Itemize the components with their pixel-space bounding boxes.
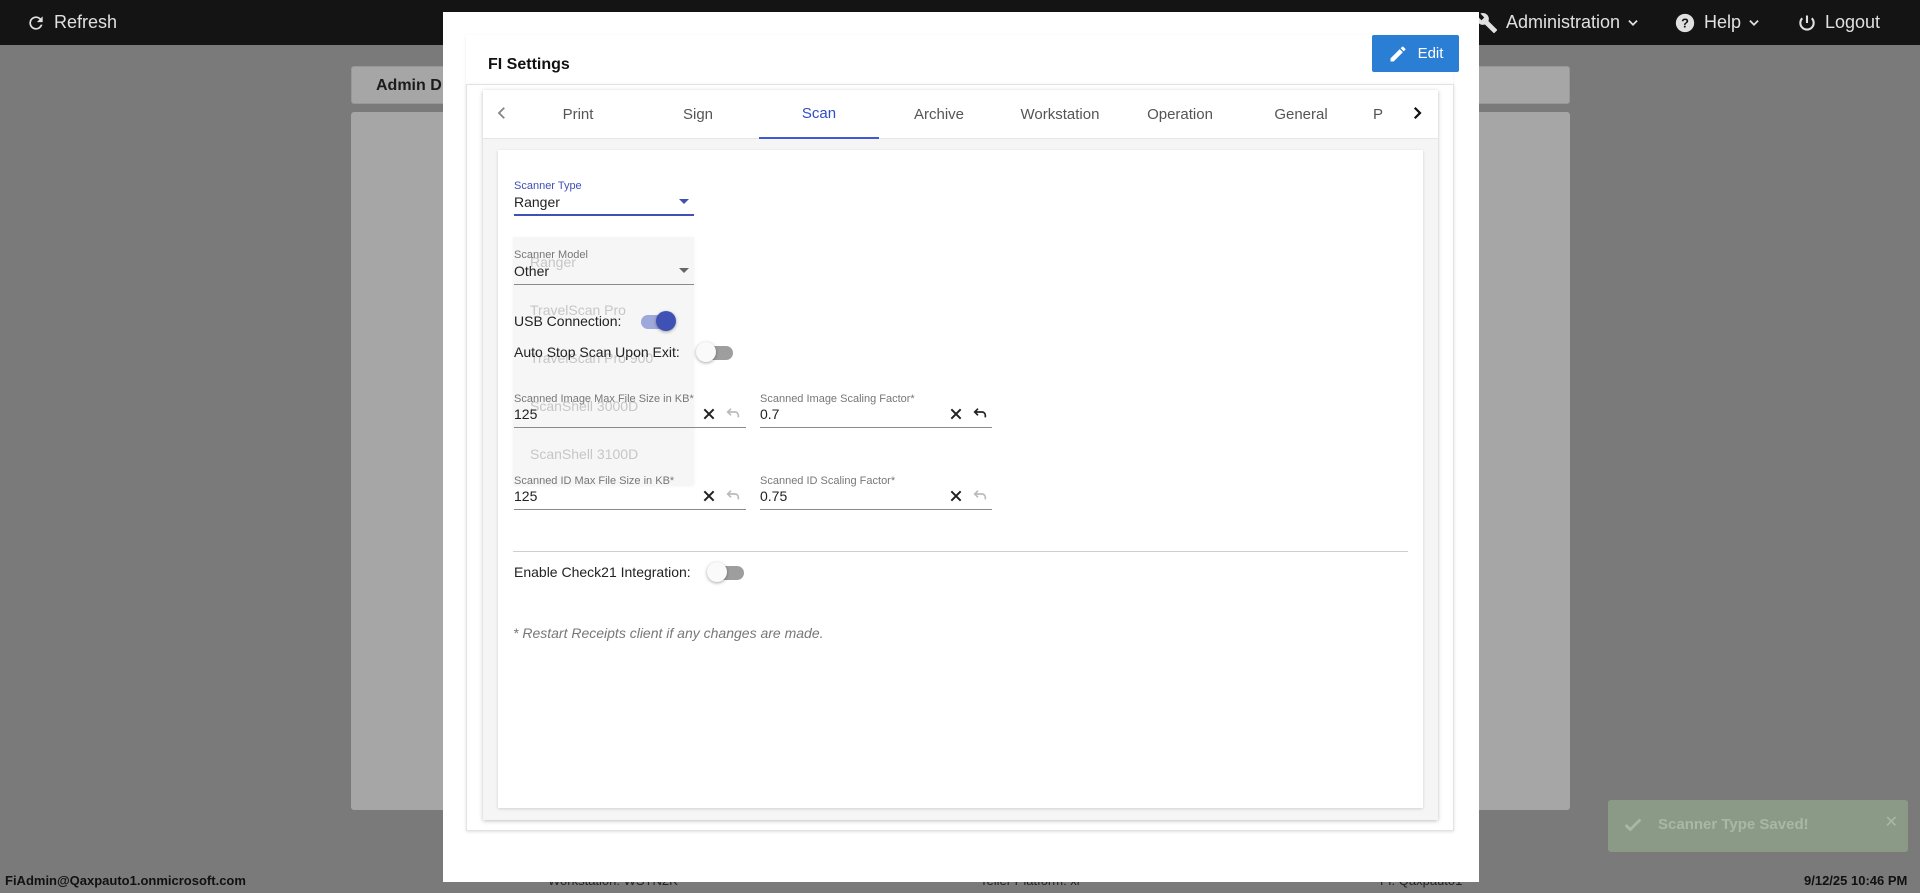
tab-label: Archive (913, 106, 965, 123)
tab-scan[interactable]: Scan (759, 90, 879, 139)
wrench-icon (1476, 12, 1498, 33)
chevron-right-icon[interactable] (1408, 104, 1426, 122)
image-max-size-label: Scanned Image Max File Size in KB* (514, 393, 694, 405)
refresh-button[interactable]: Refresh (26, 0, 117, 45)
help-menu[interactable]: ? Help (1674, 0, 1769, 45)
dropdown-option: ScanShell 3100D (530, 446, 639, 462)
footer-user: FiAdmin@Qaxpauto1.onmicrosoft.com (5, 873, 246, 888)
toggle-knob (696, 342, 716, 362)
restart-note: * Restart Receipts client if any changes… (513, 625, 824, 641)
image-scaling-underline (760, 427, 992, 428)
toggle-knob (707, 562, 727, 582)
dropdown-arrow-icon (679, 268, 689, 273)
tab-operation[interactable]: Operation (1120, 90, 1240, 139)
tab-workstation[interactable]: Workstation (1000, 90, 1120, 139)
edit-button[interactable]: Edit (1372, 35, 1459, 72)
scanner-type-label: Scanner Type (514, 180, 582, 192)
tab-general[interactable]: General (1241, 90, 1361, 139)
image-max-size-underline (514, 427, 746, 428)
undo-icon[interactable] (972, 406, 988, 422)
section-divider (513, 551, 1408, 552)
administration-label: Administration (1506, 12, 1621, 32)
tab-print[interactable]: Print (518, 90, 638, 139)
undo-icon[interactable] (725, 488, 741, 504)
administration-menu[interactable]: Administration (1476, 0, 1648, 45)
image-scaling-label: Scanned Image Scaling Factor* (760, 393, 915, 405)
undo-icon[interactable] (725, 406, 741, 422)
tab-label: Print (562, 106, 594, 123)
toggle-knob (656, 311, 676, 331)
id-max-size-underline (514, 509, 746, 510)
tab-partial[interactable]: P (1361, 90, 1411, 139)
check-icon (1624, 818, 1642, 832)
edit-label: Edit (1417, 45, 1444, 62)
footer-datetime: 9/12/25 10:46 PM (1804, 873, 1908, 888)
tab-label: General (1274, 106, 1328, 123)
id-scaling-label: Scanned ID Scaling Factor* (760, 475, 896, 487)
toast-close-icon[interactable]: ✕ (1885, 812, 1898, 832)
toast-message: Scanner Type Saved! (1658, 816, 1809, 833)
dropdown-arrow-icon (679, 199, 689, 204)
scanner-model-value: Other (514, 263, 550, 279)
id-max-size-label: Scanned ID Max File Size in KB* (514, 475, 675, 487)
tab-archive[interactable]: Archive (879, 90, 999, 139)
undo-icon[interactable] (972, 488, 988, 504)
tab-label: Operation (1147, 106, 1213, 123)
pencil-icon (1390, 45, 1406, 61)
check21-label: Enable Check21 Integration: (514, 564, 691, 580)
background-page-title: Admin D (376, 77, 442, 94)
clear-icon[interactable] (948, 488, 964, 504)
tab-label: P (1373, 106, 1384, 123)
clear-icon[interactable] (701, 488, 717, 504)
image-max-size-value: 125 (514, 406, 538, 422)
modal-title: FI Settings (488, 56, 570, 73)
clear-icon[interactable] (701, 406, 717, 422)
tab-label: Scan (801, 105, 837, 122)
tab-sign[interactable]: Sign (638, 90, 758, 139)
logout-label: Logout (1825, 12, 1881, 32)
id-scaling-value: 0.75 (760, 488, 788, 504)
power-icon (1799, 15, 1815, 31)
tab-label: Sign (682, 106, 714, 123)
chevron-down-icon (1749, 19, 1759, 26)
logout-button[interactable]: Logout (1797, 0, 1880, 45)
id-scaling-underline (760, 509, 992, 510)
refresh-icon (29, 15, 43, 30)
modal-header: FI Settings (466, 35, 1453, 85)
svg-text:?: ? (1681, 15, 1689, 30)
id-max-size-value: 125 (514, 488, 538, 504)
image-scaling-value: 0.7 (760, 406, 780, 422)
chevron-down-icon (1628, 19, 1638, 26)
settings-tabs: Print Sign Scan Archive Workstation Oper… (483, 90, 1438, 139)
tab-label: Workstation (1020, 106, 1100, 123)
clear-icon[interactable] (948, 406, 964, 422)
scanner-model-underline (514, 284, 694, 285)
refresh-label: Refresh (54, 12, 118, 32)
help-icon: ? (1675, 13, 1695, 32)
scanner-type-value: Ranger (514, 194, 560, 210)
scanner-type-underline (514, 214, 694, 216)
usb-connection-label: USB Connection: (514, 313, 622, 329)
toast-notification: Scanner Type Saved! ✕ (1608, 800, 1908, 852)
chevron-left-icon[interactable] (493, 104, 511, 122)
scanner-model-label: Scanner Model (514, 249, 588, 261)
auto-stop-label: Auto Stop Scan Upon Exit: (514, 344, 680, 360)
help-label: Help (1704, 12, 1742, 32)
